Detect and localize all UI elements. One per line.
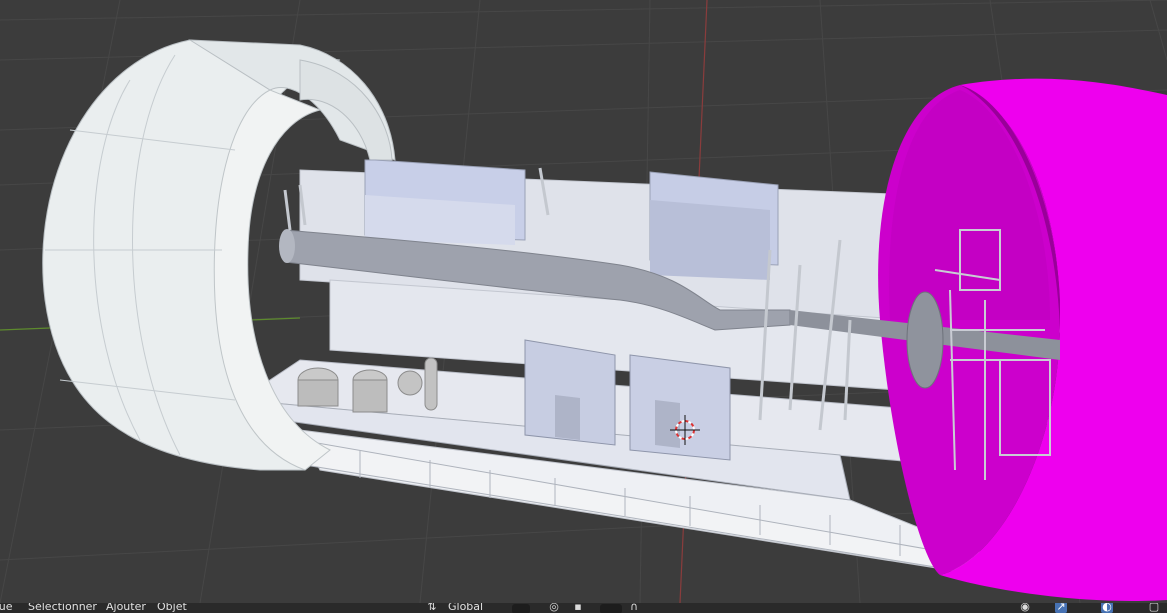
pivot-point-icon[interactable] — [512, 604, 530, 613]
snap-increment-icon[interactable]: ▪ — [572, 603, 584, 613]
snap-icon[interactable]: ◎ — [548, 603, 560, 613]
xray-icon[interactable]: ▢ — [1148, 603, 1160, 613]
eye-icon[interactable]: ◉ — [1019, 603, 1031, 613]
object-menu[interactable]: Objet — [157, 603, 187, 613]
scene-canvas[interactable] — [0, 0, 1167, 603]
pipe-flange — [906, 291, 944, 389]
gizmo-icon[interactable]: ↗ — [1055, 603, 1067, 613]
3d-viewport[interactable]: Vue Sélectionner Ajouter Objet ⇅ Global … — [0, 0, 1167, 613]
overlays-icon[interactable]: ◐ — [1101, 603, 1113, 613]
select-menu[interactable]: Sélectionner — [28, 603, 97, 613]
falloff-icon[interactable]: ∩ — [628, 603, 640, 613]
proportional-editing-icon[interactable] — [600, 604, 622, 613]
viewport-header: Vue Sélectionner Ajouter Objet ⇅ Global … — [0, 603, 1167, 613]
transform-orientation-dropdown[interactable]: Global — [448, 603, 483, 613]
add-menu[interactable]: Ajouter — [106, 603, 146, 613]
view-menu[interactable]: Vue — [0, 603, 13, 613]
transform-orientation-icon[interactable]: ⇅ — [426, 603, 438, 613]
